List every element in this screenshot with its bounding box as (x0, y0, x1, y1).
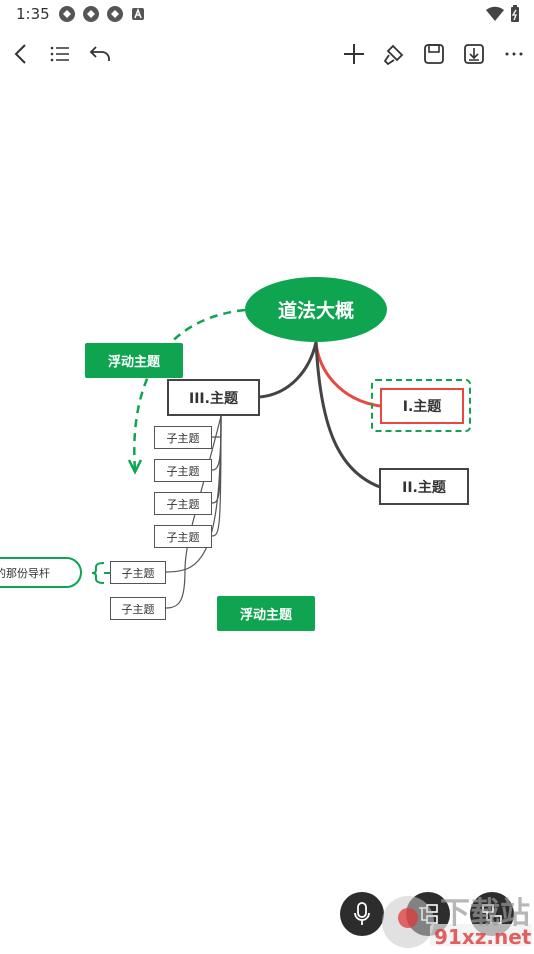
undo-button[interactable] (82, 34, 118, 74)
main-topic[interactable]: III.主题 (167, 379, 260, 416)
branch-line (314, 341, 381, 489)
floating-topic[interactable]: 浮动主题 (85, 343, 183, 378)
subtopic[interactable]: 子主题 (154, 426, 212, 449)
main-topic[interactable]: II.主题 (379, 468, 469, 505)
font-notification-icon (132, 7, 144, 20)
subtopic[interactable]: 子主题 (154, 459, 212, 482)
main-topic-selected[interactable]: I.主题 (380, 388, 464, 424)
outline-button[interactable] (42, 34, 78, 74)
wifi-icon (486, 6, 504, 22)
floating-topic[interactable]: 浮动主题 (217, 596, 315, 631)
subtopic-connector (212, 416, 222, 438)
plus-icon (344, 44, 364, 64)
more-options-button[interactable] (496, 34, 532, 74)
subtopic-connector (211, 415, 222, 471)
microphone-icon (354, 902, 370, 925)
save-button[interactable] (416, 34, 452, 74)
branch-line-selected (314, 341, 381, 408)
chevron-left-icon (14, 44, 26, 64)
format-brush-icon (383, 44, 404, 65)
app-notification-icon (83, 6, 99, 22)
app-notification-icon (59, 6, 75, 22)
outline-bracket (91, 562, 105, 584)
status-notification-icons (58, 5, 146, 23)
more-horizontal-icon (505, 52, 523, 56)
save-icon (424, 44, 444, 64)
root-topic[interactable]: 道法大概 (245, 277, 387, 342)
status-time: 1:35 (16, 5, 50, 23)
add-topic-button[interactable] (336, 34, 372, 74)
outline-topic[interactable]: 费的那份导杆 (0, 557, 82, 588)
watermark-logo: 下载站 91xz.net (378, 884, 534, 950)
subtopic[interactable]: 子主题 (110, 597, 166, 620)
app-notification-icon (107, 6, 123, 22)
subtopic[interactable]: 子主题 (154, 492, 212, 515)
status-system-icons (486, 5, 520, 23)
list-icon (50, 46, 69, 62)
subtopic[interactable]: 子主题 (110, 561, 166, 584)
export-button[interactable] (456, 34, 492, 74)
subtopic-connector (211, 415, 222, 504)
subtopic-connector (211, 415, 222, 537)
watermark-domain: 91xz.net (434, 925, 532, 949)
undo-icon (89, 46, 110, 61)
format-painter-button[interactable] (376, 34, 412, 74)
top-toolbar (0, 34, 534, 74)
arrow-head-icon (127, 459, 143, 475)
status-bar: 1:35 (0, 0, 534, 30)
branch-line (259, 341, 318, 399)
download-icon (464, 44, 484, 64)
battery-icon (511, 5, 519, 22)
subtopic[interactable]: 子主题 (154, 525, 212, 548)
back-button[interactable] (2, 34, 38, 74)
